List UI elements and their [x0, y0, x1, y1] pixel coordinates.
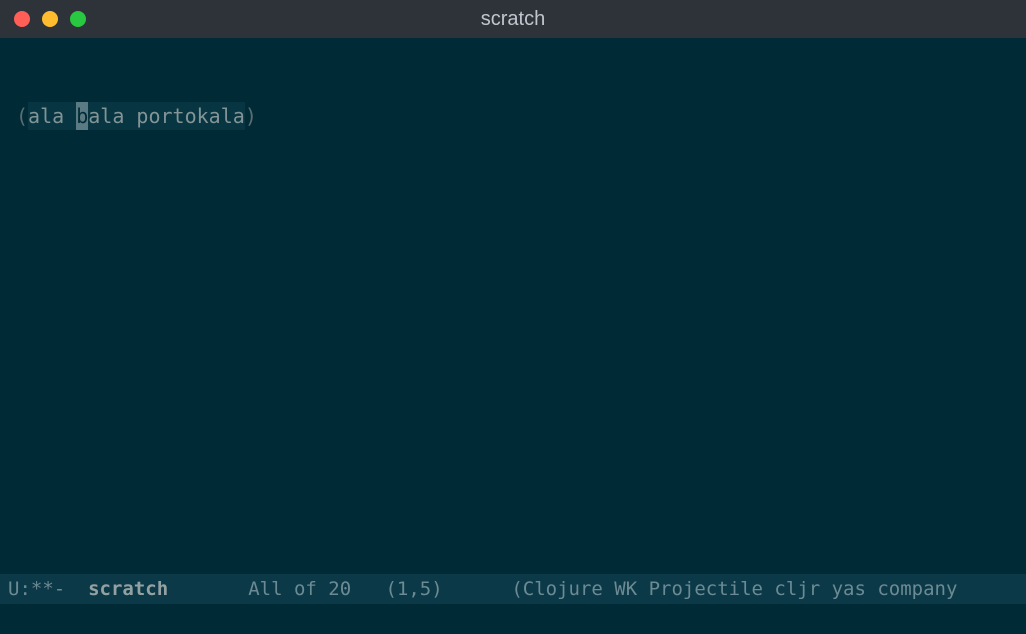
close-icon[interactable]: [14, 11, 30, 27]
modeline-modes: (Clojure WK Projectile cljr yas company: [511, 578, 957, 600]
text-before-cursor: ala: [28, 102, 76, 130]
modeline-prefix: U:**-: [8, 578, 65, 600]
minibuffer[interactable]: [0, 604, 1026, 634]
modeline-buffer-name[interactable]: scratch: [88, 578, 168, 600]
maximize-icon[interactable]: [70, 11, 86, 27]
code-line-1[interactable]: (ala bala portokala): [16, 102, 1010, 130]
close-paren: ): [245, 102, 257, 130]
window-title: scratch: [481, 8, 545, 31]
cursor: b: [76, 102, 88, 130]
editor-area[interactable]: (ala bala portokala): [0, 38, 1026, 574]
modeline-coords: (1,5): [385, 578, 442, 600]
modeline: U:**- scratch All of 20 (1,5) (Clojure WK Pr…: [0, 574, 1026, 604]
traffic-lights: [14, 11, 86, 27]
window-titlebar: scratch: [0, 0, 1026, 38]
minimize-icon[interactable]: [42, 11, 58, 27]
text-after-cursor: ala portokala: [88, 102, 245, 130]
open-paren: (: [16, 102, 28, 130]
modeline-position: All of 20: [248, 578, 351, 600]
